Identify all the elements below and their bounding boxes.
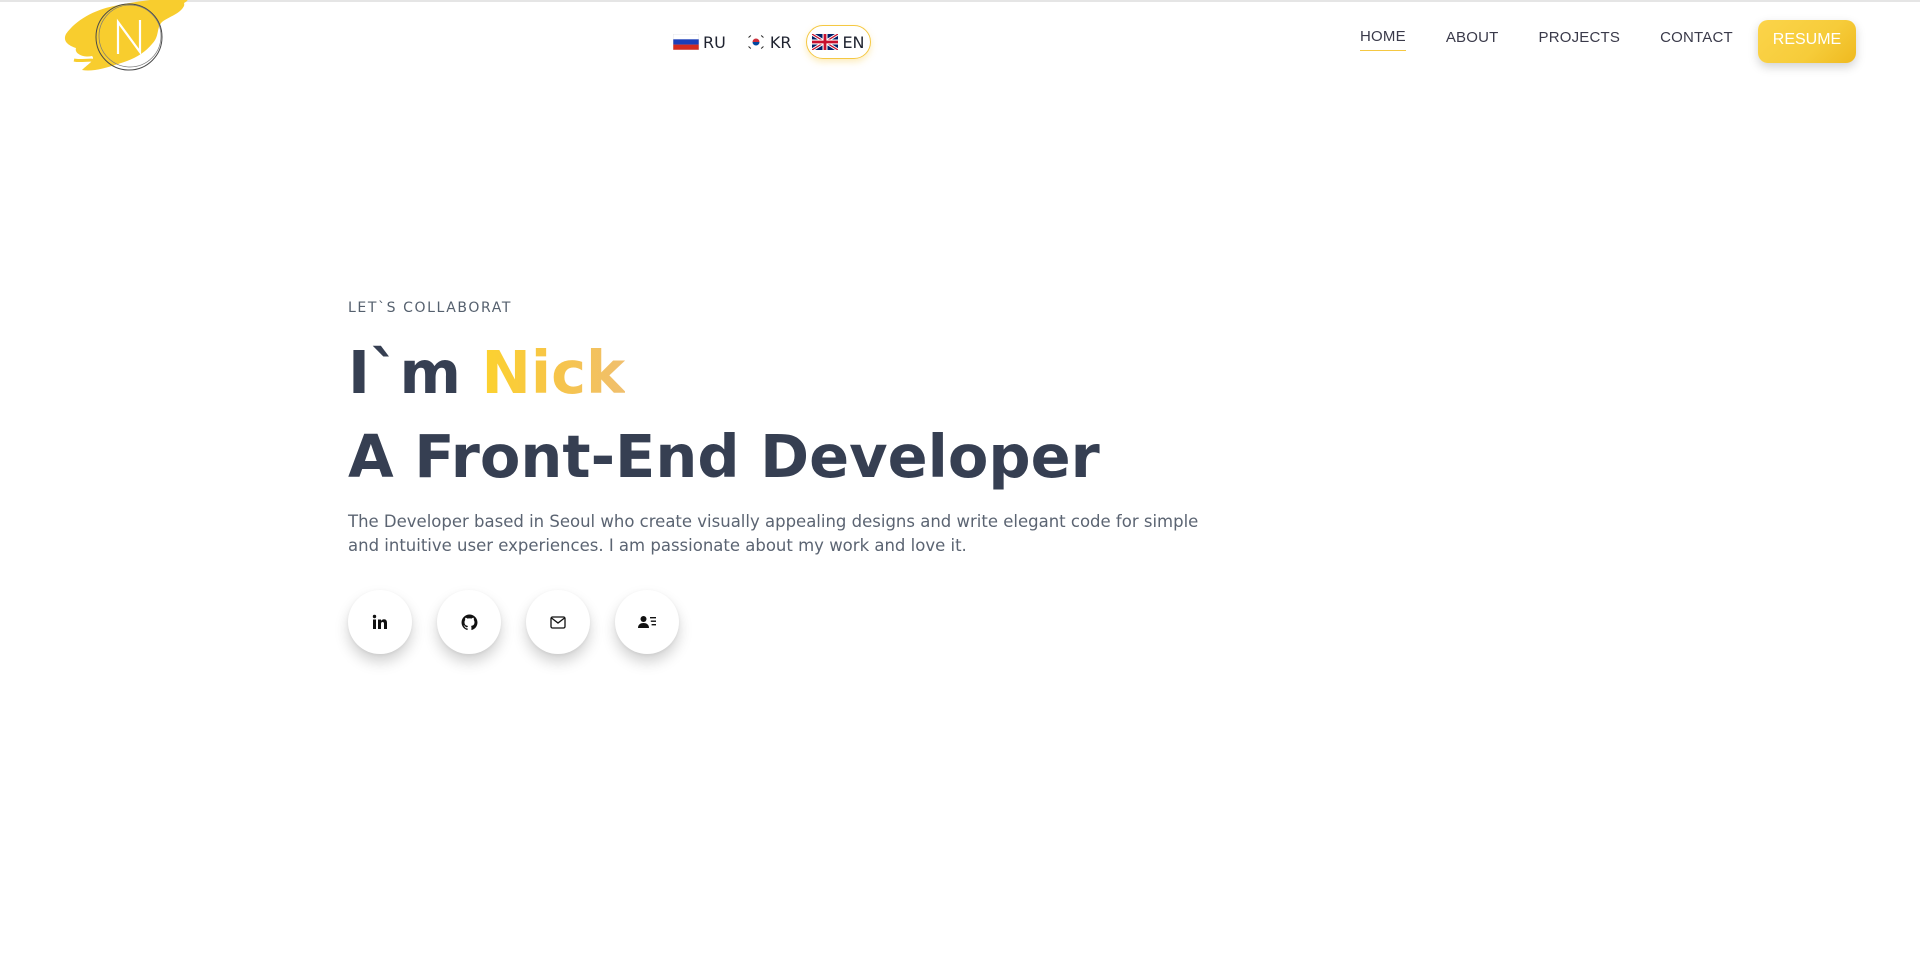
- mail-icon: [550, 615, 566, 629]
- hero-role: A Front-End Developer: [348, 422, 1100, 491]
- language-en[interactable]: EN: [806, 25, 871, 59]
- language-switcher: RU KR EN: [668, 24, 871, 60]
- site-logo[interactable]: [62, 0, 190, 76]
- social-links: [348, 590, 679, 654]
- russia-flag-icon: [673, 34, 699, 50]
- linkedin-icon: [372, 614, 387, 629]
- greeting-name: Nick: [481, 338, 626, 407]
- language-ru-label: RU: [703, 32, 726, 52]
- korea-flag-icon: [746, 33, 765, 51]
- main-nav: HOME ABOUT PROJECTS CONTACT: [1360, 28, 1733, 51]
- greeting-prefix: I`m: [348, 338, 482, 407]
- linkedin-button[interactable]: [348, 590, 412, 654]
- language-kr[interactable]: KR: [741, 26, 797, 58]
- hero-greeting: I`m Nick: [348, 338, 1248, 408]
- nav-about[interactable]: ABOUT: [1446, 29, 1499, 51]
- email-button[interactable]: [526, 590, 590, 654]
- nav-home[interactable]: HOME: [1360, 28, 1406, 51]
- hero-section: LET`S COLLABORAT I`m Nick A Front-End De…: [348, 300, 1248, 558]
- language-kr-label: KR: [769, 32, 792, 52]
- language-en-label: EN: [842, 32, 865, 52]
- contact-card-icon: [638, 616, 656, 628]
- nav-contact[interactable]: CONTACT: [1660, 29, 1733, 51]
- github-button[interactable]: [437, 590, 501, 654]
- site-header: RU KR EN HOME ABOUT PROJECTS CONTACT RES…: [0, 0, 1920, 84]
- language-ru[interactable]: RU: [668, 26, 731, 58]
- github-icon: [461, 614, 477, 630]
- hero-description: The Developer based in Seoul who create …: [348, 512, 1199, 555]
- contact-card-button[interactable]: [615, 590, 679, 654]
- uk-flag-icon: [812, 34, 839, 50]
- nav-projects[interactable]: PROJECTS: [1539, 29, 1621, 51]
- resume-button[interactable]: RESUME: [1758, 20, 1856, 63]
- hero-eyebrow: LET`S COLLABORAT: [348, 300, 513, 316]
- logo-brush-icon: [65, 0, 188, 71]
